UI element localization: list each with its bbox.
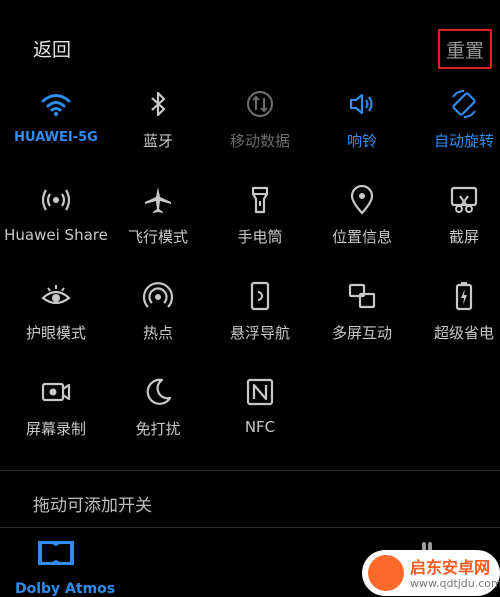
multi-screen-icon — [348, 283, 376, 309]
hotspot-icon — [142, 282, 174, 308]
tile-eye-comfort[interactable]: 护眼模式 — [6, 270, 106, 360]
watermark-logo-icon — [368, 555, 404, 591]
tile-flashlight[interactable]: 手电筒 — [210, 174, 310, 264]
tile-mobile-data[interactable]: 移动数据 — [210, 78, 310, 168]
floating-dock-icon — [250, 281, 270, 311]
location-icon — [350, 184, 374, 215]
eye-comfort-icon — [41, 285, 71, 305]
tile-label: 自动旋转 — [433, 132, 494, 150]
tile-screen-record[interactable]: 屏幕录制 — [6, 366, 106, 456]
dolby-icon — [38, 541, 74, 565]
tile-huawei-share[interactable]: Huawei Share — [4, 174, 108, 264]
tile-label: 超级省电 — [433, 324, 494, 342]
site-watermark: 启东安卓网 www.qdtjdu.com — [362, 550, 500, 596]
tile-multi-screen[interactable]: 多屏互动 — [312, 270, 412, 360]
tile-floating-dock[interactable]: 悬浮导航 — [210, 270, 310, 360]
tile-dolby-atmos[interactable]: Dolby Atmos — [0, 535, 116, 597]
auto-rotate-icon — [452, 90, 476, 118]
screenshot-icon — [450, 186, 478, 213]
tile-label: 截屏 — [448, 228, 479, 246]
sound-icon — [349, 93, 373, 115]
section-divider — [0, 470, 500, 471]
tile-label: NFC — [244, 418, 276, 436]
tile-nfc[interactable]: NFC — [210, 366, 310, 456]
tile-screenshot[interactable]: 截屏 — [414, 174, 500, 264]
tile-do-not-disturb[interactable]: 免打扰 — [108, 366, 208, 456]
top-bar: 返回 重置 — [0, 0, 500, 90]
tile-auto-rotate[interactable]: 自动旋转 — [414, 78, 500, 168]
watermark-url: www.qdtjdu.com — [410, 577, 500, 590]
nfc-icon — [246, 378, 274, 406]
reset-button[interactable]: 重置 — [438, 29, 492, 69]
drag-section-title: 拖动可添加开关 — [33, 496, 152, 516]
tile-hotspot[interactable]: 热点 — [108, 270, 208, 360]
flashlight-icon — [251, 186, 269, 214]
tile-location[interactable]: 位置信息 — [312, 174, 412, 264]
section-divider — [0, 527, 500, 528]
tile-wifi[interactable]: HUAWEI-5G — [6, 78, 106, 168]
do-not-disturb-icon — [146, 378, 172, 405]
battery-saver-icon — [455, 282, 473, 311]
tile-airplane[interactable]: 飞行模式 — [108, 174, 208, 264]
screen-record-icon — [41, 382, 71, 402]
watermark-title: 启东安卓网 — [410, 558, 491, 577]
bluetooth-icon — [151, 91, 166, 117]
huawei-share-icon — [41, 189, 71, 211]
wifi-icon — [41, 94, 71, 117]
tile-sound[interactable]: 响铃 — [312, 78, 412, 168]
back-button[interactable]: 返回 — [33, 35, 71, 62]
airplane-icon — [145, 187, 171, 213]
tile-battery-saver[interactable]: 超级省电 — [414, 270, 500, 360]
reset-label: 重置 — [445, 39, 484, 62]
mobile-data-icon — [246, 90, 274, 118]
tile-label: Dolby Atmos — [15, 581, 116, 597]
tile-bluetooth[interactable]: 蓝牙 — [108, 78, 208, 168]
